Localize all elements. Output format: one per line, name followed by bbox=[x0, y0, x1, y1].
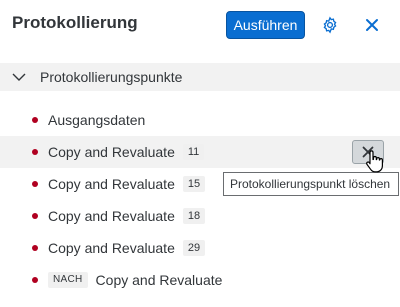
logging-panel: Protokollierung Ausführen Protokollierun… bbox=[0, 0, 400, 307]
chevron-down-icon bbox=[12, 73, 26, 81]
status-dot bbox=[32, 117, 38, 123]
item-badge: 15 bbox=[182, 176, 206, 192]
panel-header: Protokollierung Ausführen bbox=[0, 0, 400, 50]
panel-title: Protokollierung bbox=[12, 13, 138, 32]
delete-logging-point-button[interactable] bbox=[352, 140, 384, 164]
settings-button[interactable] bbox=[318, 13, 342, 37]
list-item[interactable]: Ausgangsdaten bbox=[0, 104, 400, 136]
close-icon bbox=[366, 19, 378, 31]
list-item[interactable]: NACH Copy and Revaluate bbox=[0, 264, 400, 296]
tooltip: Protokollierungspunkt löschen bbox=[223, 172, 399, 196]
status-dot bbox=[32, 213, 38, 219]
item-label: Copy and Revaluate bbox=[95, 272, 223, 288]
status-dot bbox=[32, 149, 38, 155]
close-button[interactable] bbox=[360, 13, 384, 37]
run-button[interactable]: Ausführen bbox=[226, 11, 305, 39]
item-badge: 11 bbox=[182, 144, 205, 160]
status-dot bbox=[32, 277, 38, 283]
item-prefix-badge: NACH bbox=[48, 272, 88, 288]
status-dot bbox=[32, 181, 38, 187]
list-item[interactable]: Copy and Revaluate 18 bbox=[0, 200, 400, 232]
item-label: Copy and Revaluate bbox=[48, 176, 175, 192]
item-badge: 29 bbox=[182, 240, 206, 256]
list-item[interactable]: Copy and Revaluate 29 bbox=[0, 232, 400, 264]
logging-points-section[interactable]: Protokollierungspunkte bbox=[0, 63, 400, 91]
close-icon bbox=[362, 146, 374, 158]
gear-icon bbox=[323, 16, 337, 34]
section-label: Protokollierungspunkte bbox=[40, 69, 183, 85]
list-item[interactable]: Copy and Revaluate 11 bbox=[0, 136, 400, 168]
item-label: Copy and Revaluate bbox=[48, 208, 175, 224]
item-label: Copy and Revaluate bbox=[48, 240, 175, 256]
status-dot bbox=[32, 245, 38, 251]
item-label: Ausgangsdaten bbox=[48, 112, 146, 128]
item-label: Copy and Revaluate bbox=[48, 144, 175, 160]
item-badge: 18 bbox=[182, 208, 206, 224]
